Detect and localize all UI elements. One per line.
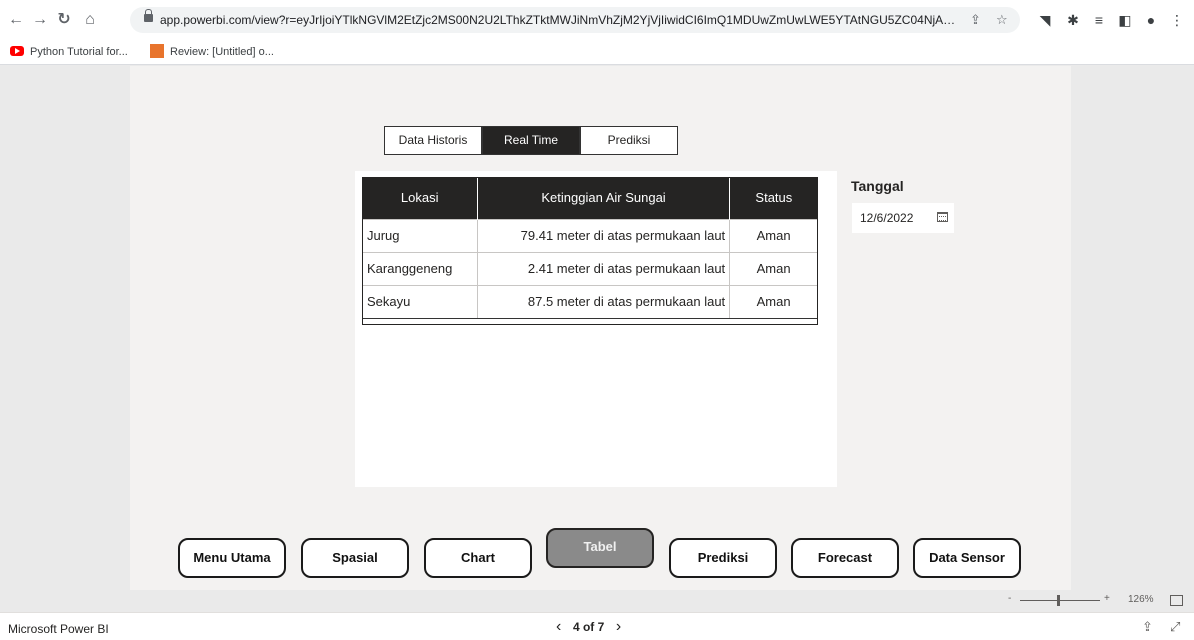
home-icon[interactable]: ⌂ bbox=[80, 10, 100, 30]
bookmark-label: Review: [Untitled] o... bbox=[170, 46, 274, 58]
cell-lokasi: Karanggeneng bbox=[362, 251, 478, 286]
side-panel-icon[interactable]: ◧ bbox=[1116, 11, 1134, 29]
cell-lokasi: Jurug bbox=[362, 218, 478, 253]
tab-data-historis[interactable]: Data Historis bbox=[384, 126, 482, 155]
url-text[interactable]: app.powerbi.com/view?r=eyJrIjoiYTlkNGVlM… bbox=[160, 13, 960, 27]
date-value: 12/6/2022 bbox=[860, 211, 914, 225]
nav-button-spasial[interactable]: Spasial bbox=[301, 538, 409, 578]
bookmark-star-icon[interactable]: ☆ bbox=[996, 12, 1008, 28]
expand-icon[interactable]: ⤢ bbox=[1170, 619, 1180, 635]
nav-button-chart[interactable]: Chart bbox=[424, 538, 532, 578]
share-icon[interactable]: ⇪ bbox=[1142, 619, 1153, 635]
puzzle-icon[interactable]: ✱ bbox=[1064, 11, 1082, 29]
bookmark-label: Python Tutorial for... bbox=[30, 46, 128, 58]
zoom-slider-thumb[interactable] bbox=[1057, 595, 1060, 606]
previous-page-icon[interactable]: ‹ bbox=[556, 618, 561, 636]
water-level-table: Lokasi Ketinggian Air Sungai Status Juru… bbox=[362, 177, 818, 319]
water-level-table-visual: Lokasi Ketinggian Air Sungai Status Juru… bbox=[355, 171, 837, 487]
review-site-icon bbox=[150, 44, 164, 58]
powerbi-footer: Microsoft Power BI ‹ 4 of 7 › ⇪ ⤢ bbox=[0, 612, 1194, 640]
calendar-icon[interactable] bbox=[937, 212, 948, 222]
cell-ketinggian: 2.41 meter di atas permukaan laut bbox=[476, 251, 731, 286]
kebab-menu-icon[interactable]: ⋮ bbox=[1168, 11, 1186, 29]
column-header-ketinggian[interactable]: Ketinggian Air Sungai bbox=[477, 177, 731, 219]
forward-arrow-icon[interactable]: → bbox=[30, 10, 50, 30]
share-icon[interactable]: ⇪ bbox=[970, 12, 981, 28]
date-slicer-input[interactable]: 12/6/2022 bbox=[852, 203, 954, 233]
column-header-lokasi[interactable]: Lokasi bbox=[362, 177, 478, 219]
date-slicer-label: Tanggal bbox=[851, 178, 904, 194]
cell-status: Aman bbox=[729, 284, 818, 319]
report-canvas: Data Historis Real Time Prediksi Lokasi … bbox=[130, 66, 1071, 590]
bookmark-review[interactable]: Review: [Untitled] o... bbox=[150, 44, 274, 61]
nav-button-menu-utama[interactable]: Menu Utama bbox=[178, 538, 286, 578]
nav-button-tabel[interactable]: Tabel bbox=[546, 528, 654, 568]
nav-button-prediksi[interactable]: Prediksi bbox=[669, 538, 777, 578]
zoom-bar: - + 126% bbox=[0, 590, 1194, 612]
tab-real-time[interactable]: Real Time bbox=[482, 126, 580, 155]
cell-status: Aman bbox=[729, 251, 818, 286]
profile-avatar-icon[interactable]: ● bbox=[1142, 11, 1160, 29]
cell-ketinggian: 79.41 meter di atas permukaan laut bbox=[476, 218, 731, 253]
zoom-in-button[interactable]: + bbox=[1104, 593, 1110, 604]
zoom-slider-track[interactable] bbox=[1020, 600, 1100, 601]
tab-prediksi[interactable]: Prediksi bbox=[580, 126, 678, 155]
nav-button-data-sensor[interactable]: Data Sensor bbox=[913, 538, 1021, 578]
browser-toolbar: ← → ↻ ⌂ app.powerbi.com/view?r=eyJrIjoiY… bbox=[0, 0, 1194, 40]
zoom-level: 126% bbox=[1128, 594, 1154, 605]
reload-icon[interactable]: ↻ bbox=[54, 10, 74, 30]
cell-ketinggian: 87.5 meter di atas permukaan laut bbox=[476, 284, 731, 319]
lock-icon bbox=[144, 9, 153, 22]
cell-status: Aman bbox=[729, 218, 818, 253]
bookmarks-bar: Python Tutorial for... Review: [Untitled… bbox=[0, 40, 1194, 65]
address-bar[interactable]: app.powerbi.com/view?r=eyJrIjoiYTlkNGVlM… bbox=[130, 7, 1020, 33]
page-navigator: ‹ 4 of 7 › bbox=[556, 618, 621, 636]
nav-button-forecast[interactable]: Forecast bbox=[791, 538, 899, 578]
table-row[interactable]: Jurug 79.41 meter di atas permukaan laut… bbox=[362, 218, 818, 253]
extension-icon[interactable]: ◥ bbox=[1036, 11, 1054, 29]
cell-lokasi: Sekayu bbox=[362, 284, 478, 319]
bookmark-python-tutorial[interactable]: Python Tutorial for... bbox=[10, 44, 128, 61]
back-arrow-icon[interactable]: ← bbox=[6, 10, 26, 30]
reading-list-icon[interactable]: ≡ bbox=[1090, 11, 1108, 29]
page-indicator: 4 of 7 bbox=[572, 620, 605, 634]
table-row[interactable]: Sekayu 87.5 meter di atas permukaan laut… bbox=[362, 284, 818, 319]
app-name: Microsoft Power BI bbox=[8, 622, 109, 636]
fit-to-page-icon[interactable] bbox=[1170, 595, 1183, 606]
zoom-out-button[interactable]: - bbox=[1008, 593, 1011, 604]
column-header-status[interactable]: Status bbox=[729, 177, 818, 219]
next-page-icon[interactable]: › bbox=[616, 618, 621, 636]
youtube-icon bbox=[10, 46, 24, 56]
table-row[interactable]: Karanggeneng 2.41 meter di atas permukaa… bbox=[362, 251, 818, 286]
